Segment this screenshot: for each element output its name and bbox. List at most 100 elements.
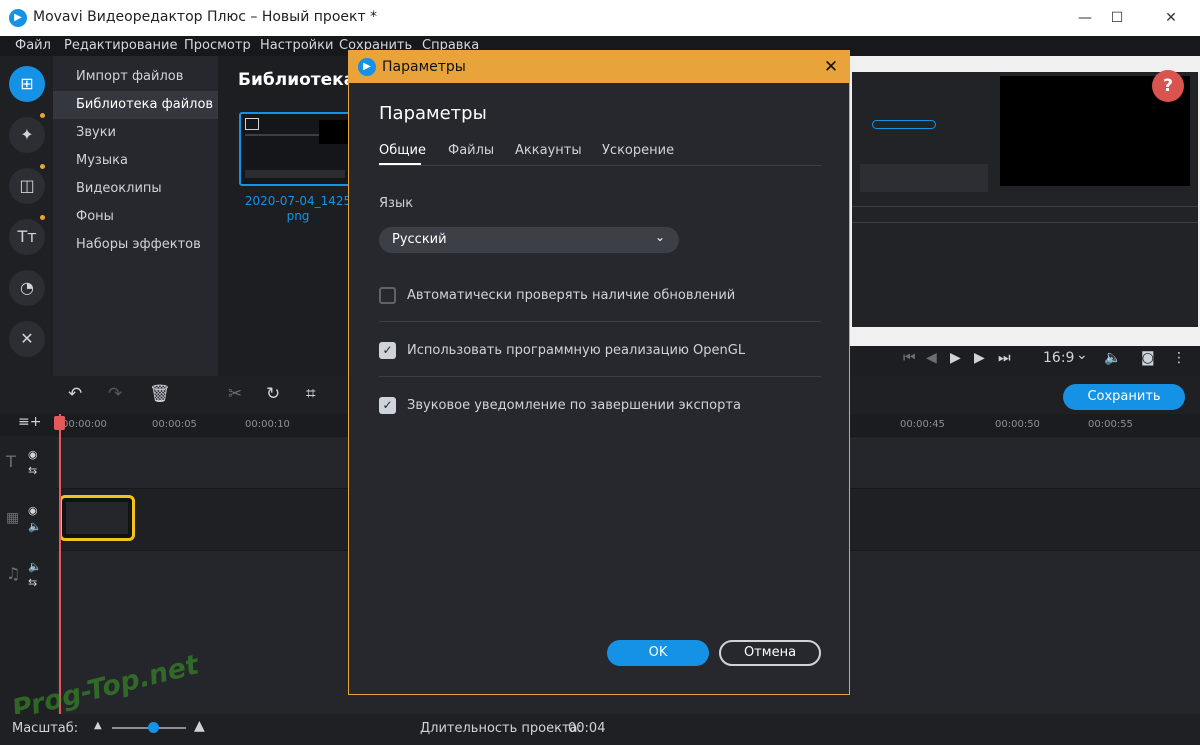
settings-dialog: ▶ Параметры ✕ Параметры Общие Файлы Акка…	[348, 50, 850, 695]
cut-icon[interactable]: ✂	[228, 384, 242, 404]
playhead-handle[interactable]	[54, 416, 65, 430]
preview-screen	[852, 72, 1198, 327]
library-title: Библиотека	[238, 70, 356, 90]
video-clip[interactable]	[59, 495, 135, 541]
window-titlebar: ▶ Movavi Видеоредактор Плюс – Новый прое…	[0, 0, 1200, 36]
magic-wand-icon[interactable]: ✦	[9, 117, 45, 153]
tools-icon[interactable]: ✕	[9, 321, 45, 357]
transitions-icon[interactable]: ◫	[9, 168, 45, 204]
export-sound-checkbox[interactable]: ✓	[379, 397, 396, 414]
active-tab-indicator	[379, 163, 421, 165]
ok-button[interactable]: OK	[607, 640, 709, 666]
skip-end-icon[interactable]: ⏭	[998, 350, 1011, 366]
new-dot	[40, 164, 45, 169]
auto-update-label: Автоматически проверять наличие обновлен…	[407, 288, 736, 303]
auto-update-checkbox[interactable]	[379, 287, 396, 304]
volume-icon[interactable]: 🔈	[1104, 350, 1121, 366]
status-bar: Масштаб: ▲ ▲ Длительность проекта: 00:04	[0, 714, 1200, 745]
play-icon[interactable]: ▶	[950, 350, 961, 366]
zoom-in-icon[interactable]: ▲	[194, 718, 205, 734]
close-icon[interactable]: ✕	[1148, 0, 1194, 36]
title-track-icon: T	[6, 452, 16, 471]
menu-file[interactable]: Файл	[15, 38, 51, 53]
zoom-out-icon[interactable]: ▲	[94, 720, 102, 731]
undo-icon[interactable]: ↶	[68, 384, 82, 404]
next-frame-icon[interactable]: ▶	[974, 350, 985, 366]
link-icon[interactable]: ⇆	[28, 464, 37, 477]
sound-icon[interactable]: 🔈	[28, 560, 42, 573]
divider	[379, 376, 821, 377]
rotate-icon[interactable]: ↻	[266, 384, 280, 404]
image-icon	[245, 118, 259, 130]
playhead[interactable]	[59, 414, 61, 714]
snapshot-icon[interactable]: ◙	[1141, 350, 1155, 366]
scale-label: Масштаб:	[12, 721, 79, 736]
category-videoclips[interactable]: Видеоклипы	[53, 175, 218, 203]
delete-icon[interactable]: 🗑	[149, 384, 171, 404]
dialog-title: Параметры	[382, 59, 466, 75]
ruler-label: 00:00:05	[152, 419, 197, 430]
preview-add-files	[872, 120, 936, 129]
eye-icon[interactable]: ◉	[28, 448, 38, 461]
new-dot	[40, 113, 45, 118]
category-import[interactable]: Импорт файлов	[53, 63, 218, 91]
menu-view[interactable]: Просмотр	[184, 38, 251, 53]
dialog-heading: Параметры	[379, 103, 487, 124]
import-icon[interactable]: ⊞	[9, 66, 45, 102]
thumb-preview	[319, 120, 349, 144]
maximize-icon[interactable]: ☐	[1094, 0, 1140, 36]
export-sound-label: Звуковое уведомление по завершении экспо…	[407, 398, 741, 413]
ruler-label: 00:00:00	[62, 419, 107, 430]
redo-icon[interactable]: ↷	[108, 384, 122, 404]
save-button[interactable]: Сохранить	[1063, 384, 1185, 410]
thumb-timeline	[245, 170, 345, 178]
titles-icon[interactable]: Tт	[9, 219, 45, 255]
tab-accounts[interactable]: Аккаунты	[515, 143, 582, 158]
tab-acceleration[interactable]: Ускорение	[602, 143, 674, 158]
preview-divider	[852, 222, 1198, 223]
duration-value: 00:04	[568, 721, 606, 736]
sound-icon[interactable]: 🔈	[28, 520, 42, 533]
ruler-label: 00:00:55	[1088, 419, 1133, 430]
menu-edit[interactable]: Редактирование	[64, 38, 177, 53]
chevron-down-icon: ⌄	[1076, 347, 1088, 363]
ruler-label: 00:00:45	[900, 419, 945, 430]
crop-icon[interactable]: ⌗	[306, 384, 316, 404]
preview-buttons	[860, 164, 988, 192]
category-backgrounds[interactable]: Фоны	[53, 203, 218, 231]
aspect-ratio-select[interactable]: 16:9	[1043, 350, 1074, 366]
prev-frame-icon[interactable]: ◀	[926, 350, 937, 366]
stickers-icon[interactable]: ◔	[9, 270, 45, 306]
category-library[interactable]: Библиотека файлов	[53, 91, 218, 119]
eye-icon[interactable]: ◉	[28, 504, 38, 517]
ruler-label: 00:00:50	[995, 419, 1040, 430]
link-icon[interactable]: ⇆	[28, 576, 37, 589]
tab-files[interactable]: Файлы	[448, 143, 494, 158]
zoom-slider-handle[interactable]	[147, 722, 159, 733]
close-icon[interactable]: ✕	[819, 56, 843, 78]
opengl-checkbox[interactable]: ✓	[379, 342, 396, 359]
language-select[interactable]: Русский ⌄	[379, 227, 679, 253]
player-controls: ⏮ ◀ ▶ ▶ ⏭ 16:9 ⌄ 🔈 ◙ ⋮	[850, 346, 1200, 376]
more-icon[interactable]: ⋮	[1172, 350, 1186, 366]
duration-label: Длительность проекта:	[420, 721, 582, 736]
file-thumbnail[interactable]	[239, 112, 351, 186]
video-track-icon: ▦	[6, 510, 20, 526]
category-music[interactable]: Музыка	[53, 147, 218, 175]
cancel-button[interactable]: Отмена	[719, 640, 821, 666]
add-track-icon[interactable]: ≡+	[18, 414, 41, 430]
category-sounds[interactable]: Звуки	[53, 119, 218, 147]
tool-column: ⊞ ✦ ◫ Tт ◔ ✕	[0, 56, 53, 376]
clip-thumbnail	[66, 502, 128, 534]
language-label: Язык	[379, 196, 414, 211]
movavi-logo-icon: ▶	[9, 9, 27, 27]
window-title: Movavi Видеоредактор Плюс – Новый проект…	[33, 9, 378, 25]
tab-general[interactable]: Общие	[379, 143, 426, 158]
title-track-header: T ◉ ⇆	[0, 436, 57, 488]
video-track-header: ▦ ◉ 🔈	[0, 488, 57, 550]
category-effect-sets[interactable]: Наборы эффектов	[53, 231, 218, 259]
skip-start-icon[interactable]: ⏮	[903, 350, 916, 366]
menu-settings[interactable]: Настройки	[260, 38, 333, 53]
help-button[interactable]: ?	[1152, 70, 1184, 102]
dialog-titlebar: ▶ Параметры ✕	[349, 51, 849, 83]
